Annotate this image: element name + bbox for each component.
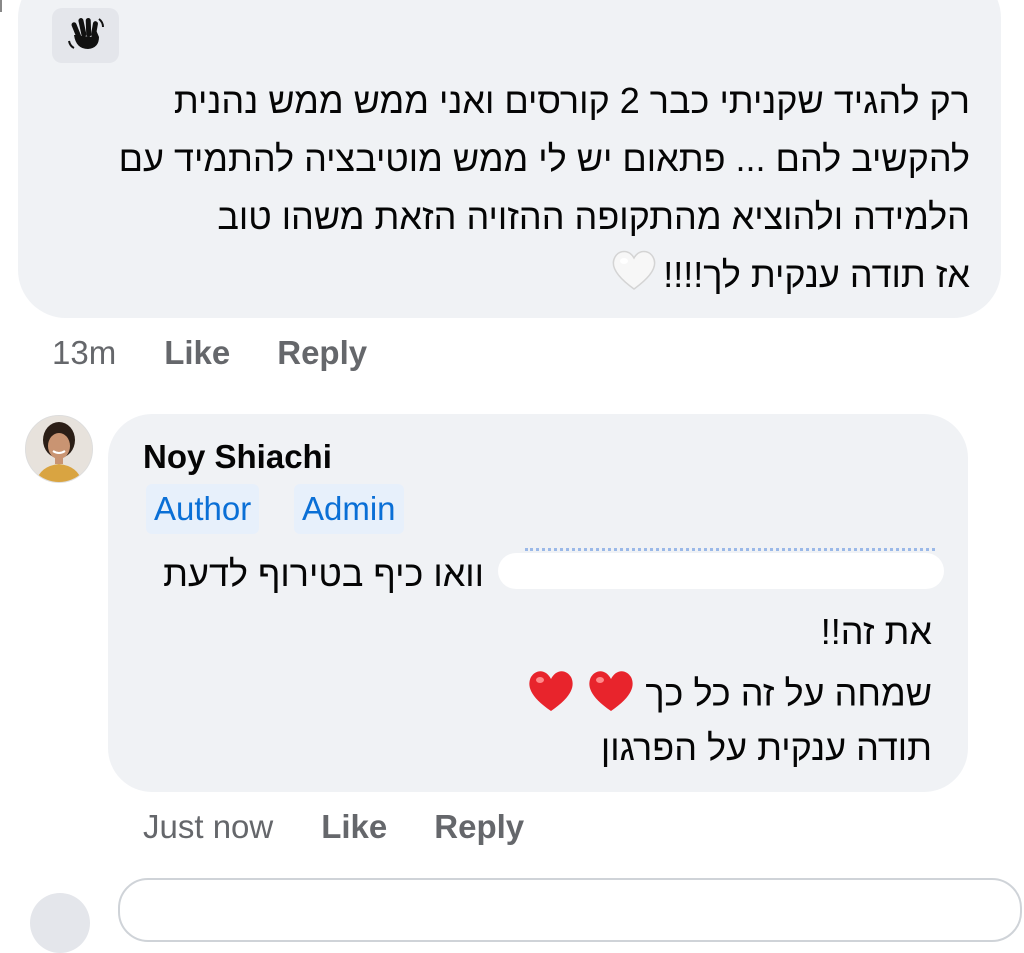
avatar[interactable]	[25, 415, 93, 483]
author-badge: Author	[146, 484, 260, 534]
author-name[interactable]: Noy Shiachi	[143, 438, 332, 476]
comment-line-last: אז תודה ענקית לך!!!!	[50, 246, 970, 309]
white-heart-icon	[609, 246, 659, 309]
comment-text: רק להגיד שקניתי כבר 2 קורסים ואני ממש ממ…	[50, 72, 970, 309]
comment-actions: 13m Like Reply	[52, 334, 367, 372]
reply-line: את זה!!	[820, 611, 932, 652]
reply-line: וואו כיף בטירוף לדעת	[163, 553, 484, 594]
compose-avatar	[30, 893, 90, 953]
reply-actions: Just now Like Reply	[143, 808, 524, 846]
like-button[interactable]: Like	[321, 808, 387, 846]
reply-compose-input[interactable]	[118, 878, 1022, 942]
redaction-mark	[498, 553, 944, 589]
admin-badge: Admin	[294, 484, 404, 534]
comment-line: הלמידה ולהוציא מהתקופה ההזויה הזאת משהו …	[217, 196, 970, 237]
red-heart-icon	[585, 666, 637, 726]
reply-button[interactable]: Reply	[277, 334, 367, 372]
reply-line-text: שמחה על זה כל כך	[645, 672, 932, 714]
waving-hand-icon	[66, 13, 106, 58]
comment-line: להקשיב להם ... פתאום יש לי ממש מוטיבציה …	[118, 138, 970, 179]
comment-line: רק להגיד שקניתי כבר 2 קורסים ואני ממש ממ…	[173, 80, 970, 121]
corner-mark	[0, 0, 6, 12]
reply-line-hearts: שמחה על זה כל כך	[525, 666, 932, 726]
like-button[interactable]: Like	[164, 334, 230, 372]
comment-timestamp: 13m	[52, 334, 117, 371]
reply-button[interactable]: Reply	[434, 808, 524, 846]
reply-timestamp: Just now	[143, 808, 274, 845]
reply-line: תודה ענקית על הפרגון	[600, 727, 932, 768]
red-heart-icon	[525, 666, 577, 726]
comment-line-text: אז תודה ענקית לך!!!!	[663, 254, 970, 296]
reaction-sticker[interactable]	[52, 8, 119, 63]
